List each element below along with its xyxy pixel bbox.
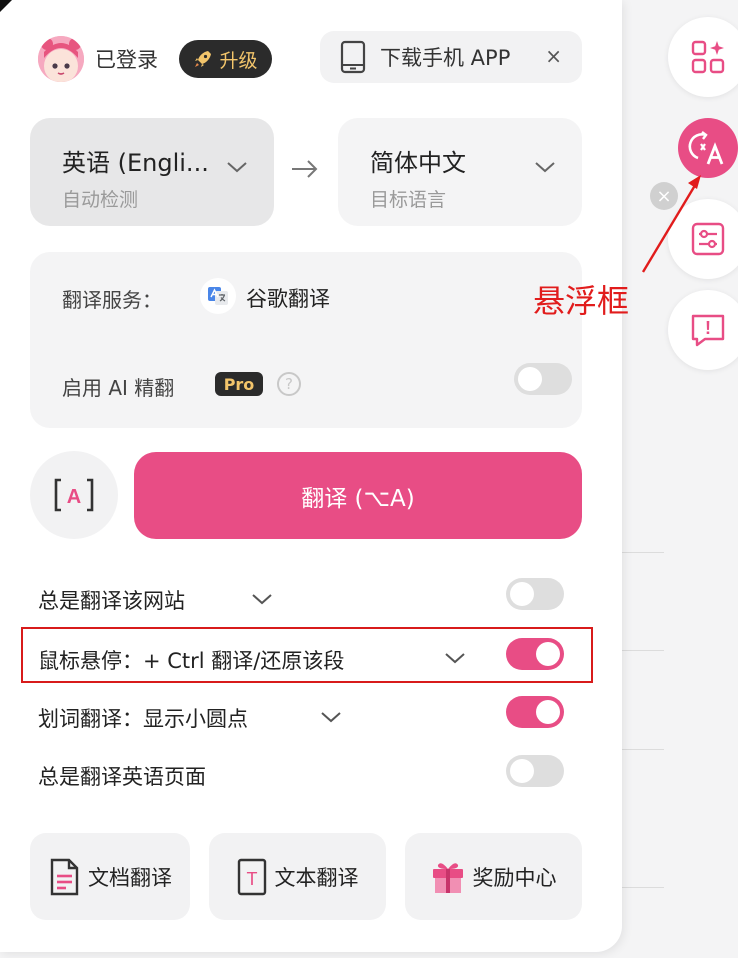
annotation-arrow (641, 175, 701, 273)
annotation-floating-box-label: 悬浮框 (533, 282, 630, 320)
